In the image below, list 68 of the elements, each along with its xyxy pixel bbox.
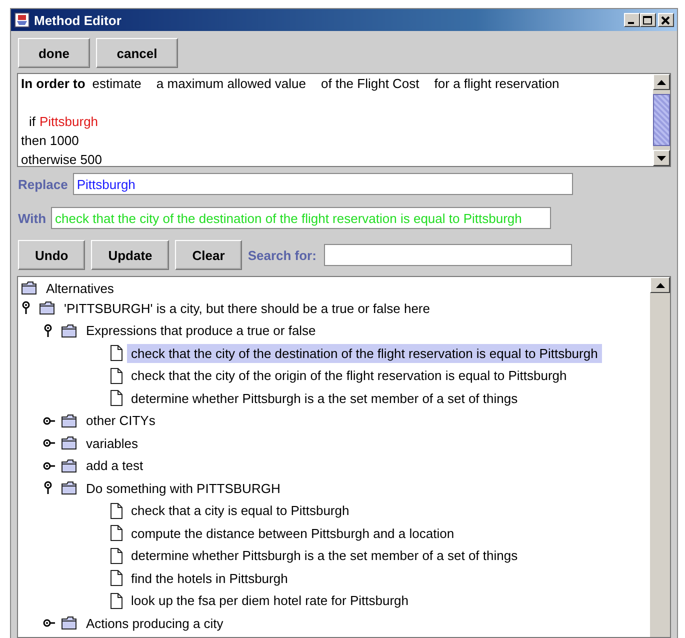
scroll-up-button[interactable] [650, 277, 670, 293]
document-icon [109, 345, 123, 362]
phrase-text: estimate [92, 76, 142, 91]
document-icon [109, 502, 123, 519]
folder-icon [21, 281, 37, 295]
document-icon [109, 525, 123, 542]
folder-icon [39, 301, 55, 316]
code-text: if [29, 114, 36, 129]
document-icon [109, 570, 123, 586]
tree-item[interactable]: compute the distance between Pittsburgh and a location [127, 524, 458, 543]
maximize-button[interactable] [640, 13, 656, 27]
minimize-button[interactable] [624, 13, 640, 27]
text-editor[interactable]: In order to estimate a maximum allowed value of the Flight Cost for a flight reservation if Pittsburgh then 1000 otherwise 500 [17, 73, 671, 167]
close-icon [661, 16, 671, 24]
phrase-text: of the Flight Cost [321, 76, 420, 91]
tree-item[interactable]: find the hotels in Pittsburgh [127, 568, 292, 588]
tree-item[interactable]: Expressions that produce a true or false [82, 321, 320, 340]
scroll-down-button[interactable] [653, 150, 670, 166]
maximize-icon [643, 16, 653, 24]
tree-item[interactable]: determine whether Pittsburgh is a the set member of a set of things [127, 388, 522, 408]
field-label: With [18, 210, 46, 226]
code-text: otherwise 500 [21, 152, 102, 167]
folder-icon [61, 324, 77, 338]
document-icon [109, 592, 123, 609]
app-icon [14, 12, 30, 28]
tree-item[interactable]: variables [82, 434, 142, 453]
action-button[interactable]: Undo [18, 240, 86, 270]
tree-item[interactable]: add a test [82, 456, 148, 476]
tree-item[interactable]: Do something with PITTSBURGH [82, 478, 284, 498]
up-arrow-icon [656, 282, 664, 288]
phrase-text: for a flight reservation [434, 76, 560, 91]
up-arrow-icon [657, 80, 666, 84]
field-label: Replace [18, 176, 68, 192]
tree-item[interactable]: 'PITTSBURGH' is a city, but there should be a true or false here [60, 298, 434, 318]
document-icon [109, 390, 123, 406]
folder-icon [61, 481, 77, 496]
placeholder-text: Pittsburgh [40, 114, 98, 129]
scrollbar[interactable] [653, 74, 670, 166]
document-icon [109, 548, 123, 564]
field-label: Search for: [248, 248, 316, 262]
window-title: Method Editor [34, 12, 122, 28]
down-arrow-icon [657, 156, 666, 160]
scroll-up-button[interactable] [653, 74, 670, 90]
close-button[interactable] [658, 13, 674, 27]
code-text: then 1000 [21, 133, 79, 148]
minimize-icon [628, 22, 634, 24]
toolbar-button[interactable]: done [18, 38, 90, 68]
tree-item[interactable]: determine whether Pittsburgh is a the set member of a set of things [127, 546, 522, 566]
tree-item[interactable]: check that the city of the origin of the flight reservation is equal to Pittsburgh [127, 366, 571, 386]
document-icon [109, 368, 123, 384]
folder-icon [61, 458, 77, 473]
folder-icon [61, 616, 77, 630]
keyword-text: In order to [21, 76, 86, 91]
tree-item[interactable]: check that a city is equal to Pittsburgh [127, 501, 354, 520]
tree-item[interactable]: other CITYs [82, 411, 160, 430]
toolbar-button[interactable]: cancel [96, 38, 178, 68]
scroll-thumb[interactable] [653, 94, 670, 146]
folder-icon [61, 436, 77, 450]
action-button[interactable]: Update [91, 240, 170, 270]
folder-icon [61, 414, 77, 428]
tree-item[interactable]: Alternatives [42, 278, 118, 298]
action-button[interactable]: Clear [175, 240, 242, 270]
search-field[interactable] [324, 244, 572, 266]
tree-item[interactable]: look up the fsa per diem hotel rate for Pittsburgh [127, 591, 412, 610]
tree-item[interactable]: Actions producing a city [82, 614, 228, 633]
tree-item[interactable]: check that the city of the destination of the flight reservation is equal to Pittsburgh [127, 344, 602, 363]
phrase-text: a maximum allowed value [156, 76, 306, 91]
replace-field[interactable]: Pittsburgh [72, 173, 573, 195]
